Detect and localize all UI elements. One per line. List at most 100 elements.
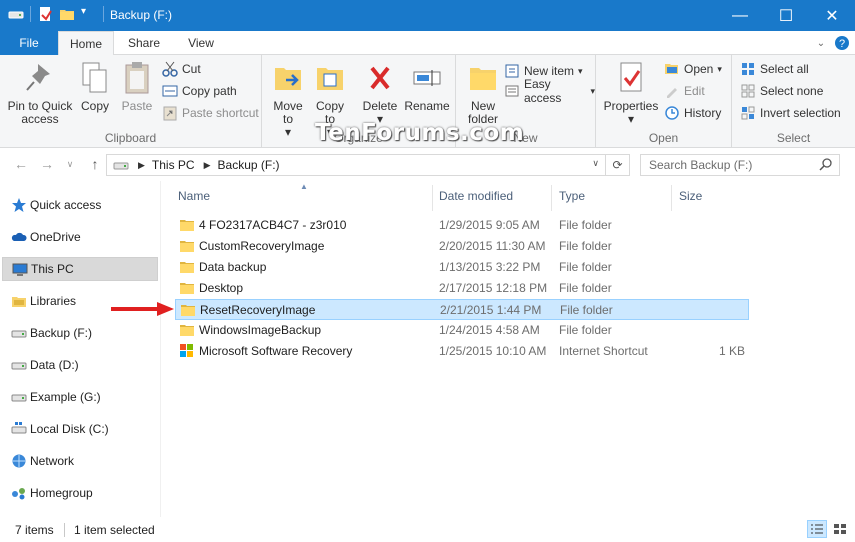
forward-arrow-icon[interactable]: →	[39, 156, 55, 172]
copy-button[interactable]: Copy	[76, 60, 114, 113]
table-row[interactable]: Desktop 2/17/2015 12:18 PM File folder	[175, 278, 749, 299]
rename-icon	[413, 70, 441, 86]
paste-shortcut-icon	[162, 105, 178, 121]
new-folder-icon	[470, 68, 496, 90]
nav-item-data-d[interactable]: Data (D:)	[2, 353, 158, 377]
nav-item-onedrive[interactable]: OneDrive	[2, 225, 158, 249]
red-arrow-icon	[111, 302, 174, 316]
table-row[interactable]: WindowsImageBackup 1/24/2015 4:58 AM Fil…	[175, 320, 749, 341]
column-header-date[interactable]: Date modified	[439, 181, 513, 211]
properties-icon	[620, 62, 642, 92]
tab-home[interactable]: Home	[58, 31, 114, 56]
address-dropdown-icon[interactable]: ∨	[592, 158, 599, 169]
pin-icon	[26, 64, 50, 91]
breadcrumb-this-pc[interactable]: This PC	[152, 158, 195, 172]
windows-drive-icon	[11, 422, 27, 434]
nav-item-this-pc[interactable]: This PC	[2, 257, 158, 281]
nav-item-backup-f[interactable]: Backup (F:)	[2, 321, 158, 345]
select-all-button[interactable]: Select all	[740, 59, 809, 79]
title-bar: ▾ Backup (F:) — ☐ ✕	[0, 0, 855, 31]
table-row-selected[interactable]: ResetRecoveryImage 2/21/2015 1:44 PM Fil…	[175, 299, 749, 320]
minimize-button[interactable]: —	[717, 0, 763, 31]
svg-text:?: ?	[839, 38, 845, 50]
pin-to-quick-access-button[interactable]: Pin to Quick access	[4, 60, 76, 126]
search-input[interactable]: Search Backup (F:)	[640, 154, 840, 176]
table-row[interactable]: Microsoft Software Recovery 1/25/2015 10…	[175, 341, 749, 362]
history-button[interactable]: History	[664, 103, 721, 123]
network-icon	[12, 454, 26, 468]
easy-access-button[interactable]: Easy access ▾	[504, 77, 595, 105]
select-group: Select all Select none Invert selection …	[732, 55, 855, 148]
cloud-icon	[11, 232, 27, 241]
large-icons-view-icon[interactable]	[830, 520, 850, 538]
edit-button[interactable]: Edit	[664, 81, 705, 101]
tab-file[interactable]: File	[0, 31, 58, 55]
open-group-label: Open	[648, 131, 679, 145]
select-group-label: Select	[776, 131, 811, 145]
nav-item-homegroup[interactable]: Homegroup	[2, 481, 158, 505]
paste-shortcut-button[interactable]: Paste shortcut	[162, 103, 259, 123]
computer-icon	[12, 263, 28, 276]
windows-logo-icon	[180, 344, 193, 357]
customize-qat-icon[interactable]: ▾	[81, 6, 97, 22]
nav-item-network[interactable]: Network	[2, 449, 158, 473]
nav-item-quick-access[interactable]: Quick access	[2, 193, 158, 217]
ribbon: Pin to Quick access Copy Paste Cut Copy …	[0, 55, 855, 148]
open-button[interactable]: Open ▾	[664, 59, 722, 79]
library-icon	[12, 297, 26, 307]
delete-icon	[370, 66, 390, 90]
copy-path-icon	[162, 83, 178, 99]
move-to-icon	[275, 68, 301, 90]
move-to-button[interactable]: Move to ▾	[268, 60, 308, 139]
new-folder-button[interactable]: New folder	[460, 60, 506, 126]
recent-locations-chevron-icon[interactable]: ∨	[62, 156, 78, 172]
properties-icon[interactable]	[37, 6, 53, 22]
column-header-name[interactable]: Name	[178, 181, 210, 211]
up-arrow-icon[interactable]: ↑	[87, 156, 103, 172]
selection-count: 1 item selected	[74, 523, 155, 537]
close-button[interactable]: ✕	[809, 0, 855, 31]
breadcrumb-separator-icon[interactable]: ▶	[204, 160, 211, 171]
column-header-size[interactable]: Size	[679, 181, 702, 211]
help-icon[interactable]: ?	[834, 35, 850, 51]
file-list: ▲ Name Date modified Type Size 4 FO2317A…	[161, 181, 855, 517]
properties-button[interactable]: Properties ▾	[602, 60, 660, 126]
address-bar[interactable]: ▶ This PC ▶ Backup (F:) ∨ ⟳	[106, 154, 630, 176]
tab-view[interactable]: View	[176, 31, 226, 55]
star-icon	[12, 198, 26, 212]
cut-button[interactable]: Cut	[162, 59, 201, 79]
nav-item-example-g[interactable]: Example (G:)	[2, 385, 158, 409]
table-row[interactable]: 4 FO2317ACB4C7 - z3r010 1/29/2015 9:05 A…	[175, 215, 749, 236]
expand-ribbon-icon[interactable]: ⌄	[813, 35, 829, 51]
sort-ascending-icon: ▲	[300, 182, 308, 191]
tab-share[interactable]: Share	[118, 31, 170, 55]
new-item-icon	[504, 63, 520, 79]
delete-button[interactable]: Delete ▾	[358, 60, 402, 126]
table-row[interactable]: CustomRecoveryImage 2/20/2015 11:30 AM F…	[175, 236, 749, 257]
easy-access-icon	[504, 83, 520, 99]
folder-icon	[180, 283, 194, 294]
drive-icon	[11, 394, 27, 402]
scissors-icon	[162, 61, 178, 77]
nav-item-local-disk-c[interactable]: Local Disk (C:)	[2, 417, 158, 441]
maximize-button[interactable]: ☐	[763, 0, 809, 31]
select-none-button[interactable]: Select none	[740, 81, 823, 101]
folder-icon	[180, 220, 194, 231]
column-header-type[interactable]: Type	[559, 181, 585, 211]
invert-selection-button[interactable]: Invert selection	[740, 103, 841, 123]
copy-path-button[interactable]: Copy path	[162, 81, 237, 101]
refresh-icon[interactable]: ⟳	[605, 155, 629, 175]
details-view-icon[interactable]	[807, 520, 827, 538]
rename-button[interactable]: Rename	[402, 60, 452, 113]
breadcrumb-backup-drive[interactable]: Backup (F:)	[218, 158, 280, 172]
breadcrumb-separator-icon[interactable]: ▶	[138, 160, 145, 171]
paste-button[interactable]: Paste	[116, 60, 158, 113]
drive-icon	[113, 157, 129, 173]
drive-icon	[11, 330, 27, 338]
back-arrow-icon[interactable]: ←	[13, 156, 29, 172]
table-row[interactable]: Data backup 1/13/2015 3:22 PM File folde…	[175, 257, 749, 278]
drive-icon	[8, 6, 24, 22]
new-folder-icon[interactable]	[59, 6, 75, 22]
select-none-icon	[740, 83, 756, 99]
invert-selection-icon	[740, 105, 756, 121]
